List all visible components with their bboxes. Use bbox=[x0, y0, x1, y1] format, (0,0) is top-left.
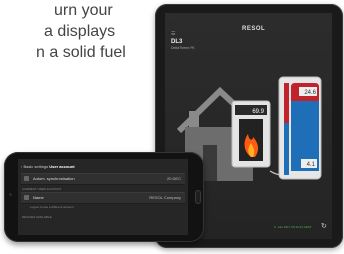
phone-device: .... ‹ Basic settings User account Autom… bbox=[4, 152, 204, 242]
sync-value: 20 DEC bbox=[166, 176, 181, 181]
refresh-icon[interactable]: ↻ bbox=[321, 222, 327, 230]
section-devices: DEVICES AVAILABLE bbox=[22, 215, 52, 219]
back-button-label[interactable]: Basic settings bbox=[23, 164, 48, 169]
house-door-icon bbox=[203, 145, 217, 181]
section-current-account: CURRENT USER ACCOUNT bbox=[22, 187, 62, 191]
phone-screen: .... ‹ Basic settings User account Autom… bbox=[18, 159, 188, 235]
screen-title: User account bbox=[49, 164, 75, 169]
logout-note: Logout to use a different account. bbox=[30, 205, 75, 209]
tank-top-temperature: 24.6 bbox=[304, 90, 316, 96]
tank-bottom-temperature: 4.1 bbox=[307, 162, 316, 168]
account-name-row[interactable]: Name RESOL Company bbox=[21, 192, 185, 204]
home-button[interactable] bbox=[195, 190, 201, 204]
name-label: Name bbox=[33, 195, 44, 200]
tank-hot-strip bbox=[284, 83, 289, 123]
name-value: RESOL Company bbox=[149, 195, 181, 200]
back-navigation[interactable]: ‹ Basic settings User account bbox=[21, 164, 75, 169]
phone-camera bbox=[9, 193, 12, 196]
user-icon bbox=[24, 195, 29, 200]
sync-label: Autom. synchronisation bbox=[33, 176, 75, 181]
sync-icon bbox=[24, 176, 29, 181]
sync-row[interactable]: Autom. synchronisation 20 DEC bbox=[21, 173, 185, 185]
boiler-temperature: 69.9 bbox=[252, 109, 264, 115]
timestamp-footer: 6. Juni 2017 09:16:24 CEST bbox=[274, 225, 312, 229]
